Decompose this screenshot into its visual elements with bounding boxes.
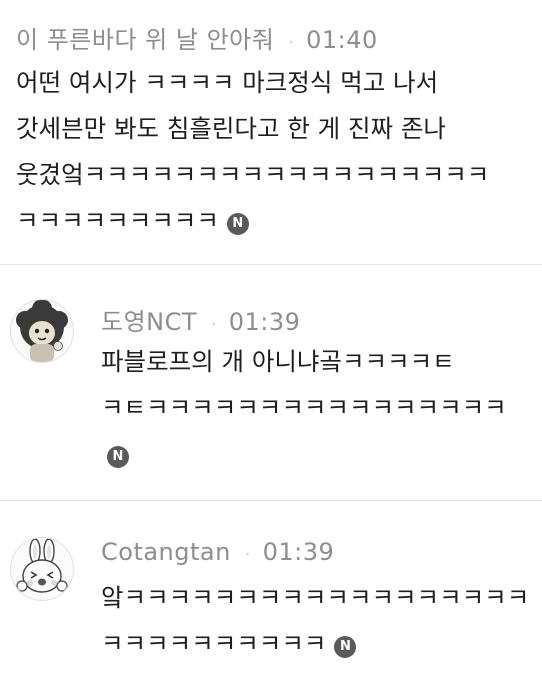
- comment-line: ㅋㅌㅋㅋㅋㅋㅋㅋㅋㅋㅋㅋㅋㅋㅋㅋㅋㅋ: [101, 393, 507, 422]
- comment-line-text: ㅋㅋㅋㅋㅋㅋㅋㅋㅋㅋ: [101, 629, 327, 658]
- comment-line: 웃겼엌ㅋㅋㅋㅋㅋㅋㅋㅋㅋㅋㅋㅋㅋㅋㅋㅋㅋㅋ: [16, 160, 490, 189]
- new-badge-icon: N: [226, 213, 249, 235]
- comment-meta: Cotangtan · 01:39: [101, 538, 334, 566]
- comment-time: 01:39: [262, 538, 335, 566]
- rabbit-character-avatar-icon[interactable]: [10, 537, 74, 601]
- meta-separator: ·: [244, 544, 251, 565]
- comment-meta: 도영NCT · 01:39: [101, 302, 300, 337]
- comment-item: 도영NCT · 01:39 파블로프의 개 아니냐곸ㅋㅋㅋㅋㅌ ㅋㅌㅋㅋㅋㅋㅋㅋ…: [0, 265, 542, 500]
- comment-line-last: ㅋㅋㅋㅋㅋㅋㅋㅋㅋㅋ N: [101, 621, 529, 667]
- comment-item: Cotangtan · 01:39 앜ㅋㅋㅋㅋㅋㅋㅋㅋㅋㅋㅋㅋㅋㅋㅋㅋㅋㅋ ㅋㅋ…: [0, 501, 542, 678]
- new-badge-icon: N: [107, 446, 129, 468]
- comment-author[interactable]: 이 푸른바다 위 날 안아줘: [16, 20, 274, 55]
- meta-separator: ·: [288, 32, 295, 53]
- afro-character-avatar-icon[interactable]: [10, 299, 74, 363]
- comment-body: 앜ㅋㅋㅋㅋㅋㅋㅋㅋㅋㅋㅋㅋㅋㅋㅋㅋㅋㅋ ㅋㅋㅋㅋㅋㅋㅋㅋㅋㅋ N: [101, 575, 529, 667]
- comment-body: 어떤 여시가 ㅋㅋㅋㅋ 마크정식 먹고 나서 갓세븐만 봐도 침흘린다고 한 게…: [16, 60, 489, 244]
- comment-meta: 이 푸른바다 위 날 안아줘 · 01:40: [16, 20, 378, 55]
- comment-author[interactable]: Cotangtan: [101, 538, 231, 566]
- meta-separator: ·: [211, 314, 217, 335]
- comment-line-last: N: [101, 431, 507, 477]
- comment-line-text: ㅋㅋㅋㅋㅋㅋㅋㅋㅋ: [16, 206, 219, 235]
- comment-line: 어떤 여시가 ㅋㅋㅋㅋ 마크정식 먹고 나서: [16, 68, 439, 97]
- comment-line: 갓세븐만 봐도 침흘린다고 한 게 진짜 존나: [16, 114, 446, 143]
- comment-body: 파블로프의 개 아니냐곸ㅋㅋㅋㅋㅌ ㅋㅌㅋㅋㅋㅋㅋㅋㅋㅋㅋㅋㅋㅋㅋㅋㅋㅋ N: [101, 339, 507, 477]
- comment-line: 앜ㅋㅋㅋㅋㅋㅋㅋㅋㅋㅋㅋㅋㅋㅋㅋㅋㅋㅋ: [101, 583, 530, 612]
- comment-item: 이 푸른바다 위 날 안아줘 · 01:40 어떤 여시가 ㅋㅋㅋㅋ 마크정식 …: [0, 0, 542, 264]
- comment-line: 파블로프의 개 아니냐곸ㅋㅋㅋㅋㅌ: [101, 347, 455, 376]
- comment-author[interactable]: 도영NCT: [101, 302, 197, 337]
- new-badge-icon: N: [334, 636, 357, 658]
- comment-time: 01:40: [306, 26, 378, 54]
- comment-line-last: ㅋㅋㅋㅋㅋㅋㅋㅋㅋ N: [16, 198, 489, 244]
- comment-time: 01:39: [228, 308, 301, 336]
